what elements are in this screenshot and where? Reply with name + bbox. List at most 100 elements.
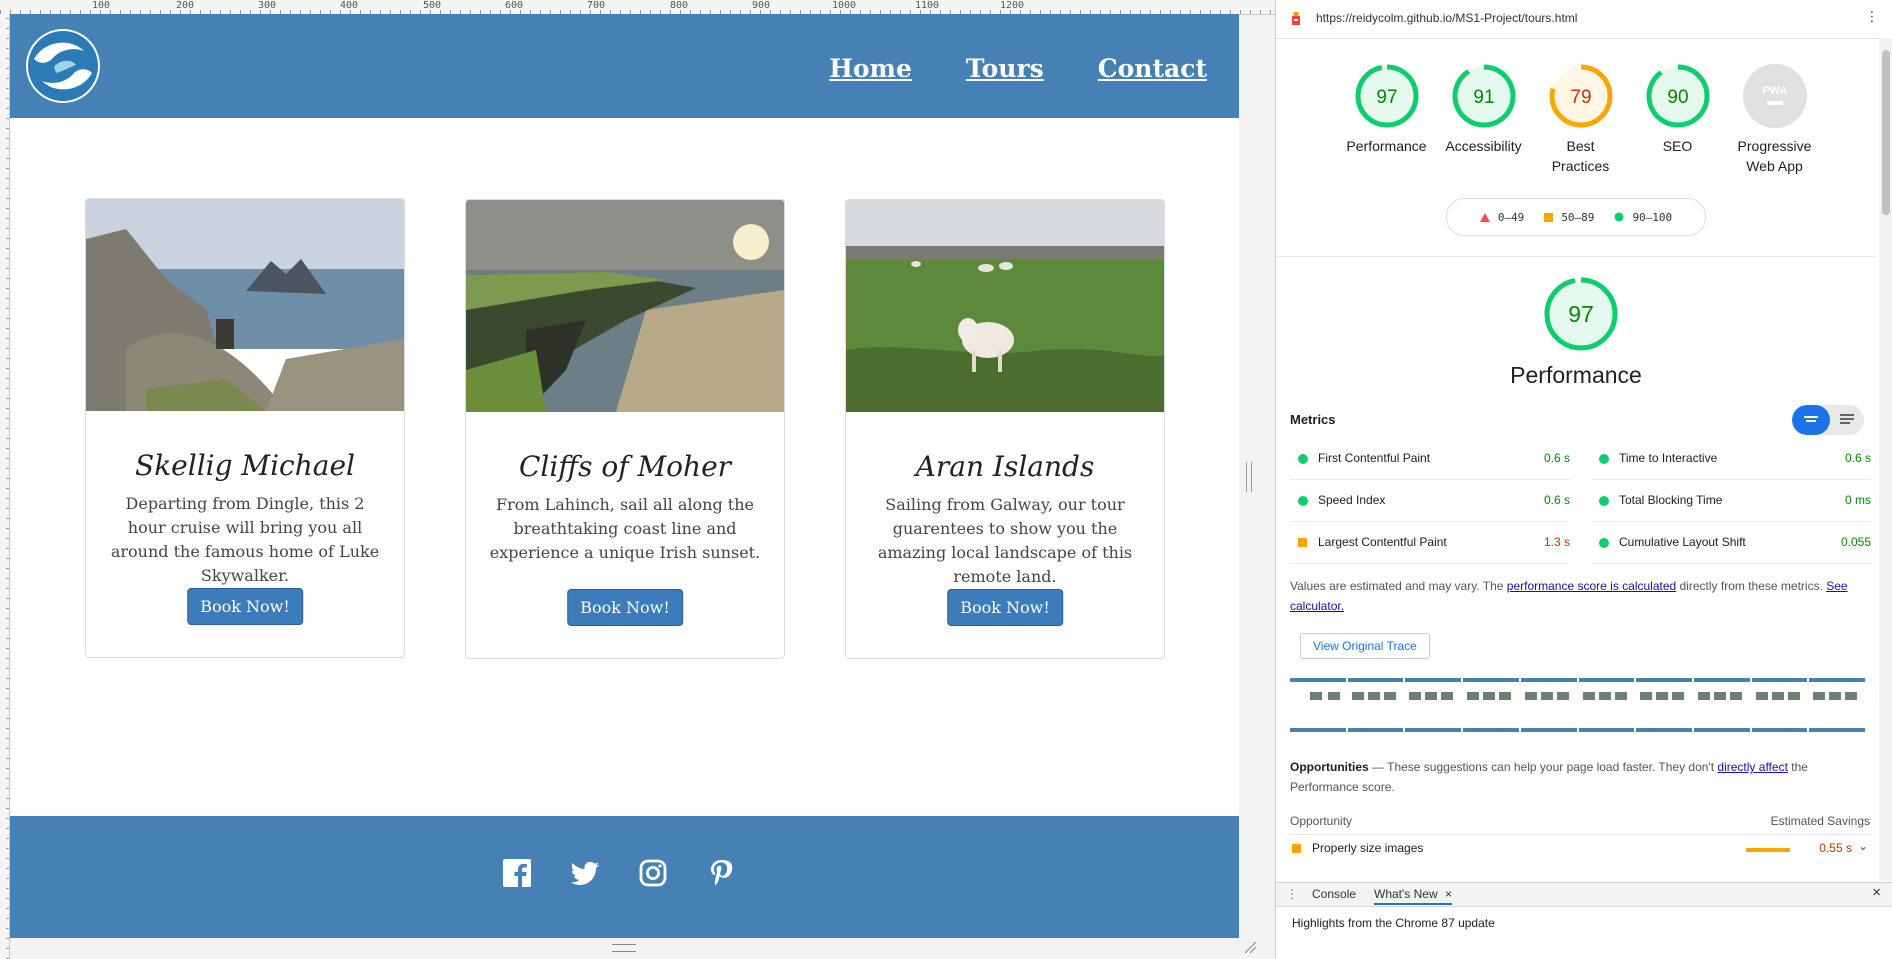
card-title: Aran Islands [915, 450, 1095, 483]
score-value: 91 [1473, 87, 1494, 108]
gauge-seo[interactable]: 90 SEO [1629, 62, 1726, 176]
legend-fail-label: 0–49 [1497, 210, 1525, 224]
site-footer [10, 816, 1239, 938]
scrollbar-thumb[interactable] [1882, 50, 1890, 215]
ruler-label: 100 [92, 0, 111, 11]
gauge-pwa[interactable]: PWA Progressive Web App [1726, 62, 1823, 176]
category-title: Performance [1510, 362, 1642, 388]
triangle-icon [1479, 212, 1490, 222]
book-now-button[interactable]: Book Now! [947, 589, 1063, 626]
nav-home-link[interactable]: Home [829, 54, 912, 83]
drawer-menu-icon[interactable]: ⋮ [1286, 887, 1298, 901]
ruler-label: 400 [340, 0, 359, 11]
metric-name: Cumulative Layout Shift [1619, 535, 1746, 549]
card-title: Cliffs of Moher [518, 450, 732, 483]
metric-cls: Cumulative Layout Shift 0.055 [1591, 521, 1871, 564]
ruler-label: 800 [670, 0, 689, 11]
dolphin-logo-icon [28, 31, 98, 101]
ruler-label: 900 [752, 0, 771, 11]
toggle-compact-option[interactable] [1792, 405, 1830, 435]
legend-pass-label: 90–100 [1632, 210, 1673, 224]
close-tab-icon[interactable]: × [1445, 887, 1452, 901]
opportunity-row[interactable]: Properly size images 0.55 s ⌄ [1290, 839, 1870, 861]
metric-value: 0.055 [1840, 535, 1871, 549]
book-now-button[interactable]: Book Now! [187, 588, 303, 625]
corner-resize-icon[interactable] [1243, 940, 1257, 954]
category-score: 97 [1568, 301, 1594, 327]
ruler-label: 1200 [1000, 0, 1025, 11]
twitter-icon[interactable] [570, 858, 600, 888]
panel-scrollbar[interactable] [1879, 38, 1892, 881]
tab-whats-new[interactable]: What's New × [1374, 887, 1452, 905]
average-square-icon [1292, 844, 1301, 853]
view-original-trace-button[interactable]: View Original Trace [1300, 633, 1430, 659]
skellig-michael-photo [86, 199, 404, 411]
facebook-icon[interactable] [502, 858, 532, 888]
performance-category-gauge: 97 [1539, 276, 1623, 356]
pass-circle-icon [1599, 496, 1609, 506]
metric-lcp: Largest Contentful Paint 1.3 s [1290, 521, 1570, 564]
metric-name: Total Blocking Time [1619, 493, 1723, 507]
score-label: Accessibility [1445, 138, 1522, 154]
square-icon [1544, 212, 1554, 222]
card-title: Skellig Michael [135, 449, 355, 482]
panel-divider-handle[interactable] [1246, 462, 1252, 492]
score-label: SEO [1662, 138, 1693, 154]
tab-console[interactable]: Console [1312, 887, 1356, 901]
report-url[interactable]: https://reidycolm.github.io/MS1-Project/… [1316, 11, 1577, 25]
ruler-label: 200 [176, 0, 195, 11]
pass-circle-icon [1599, 454, 1609, 464]
report-url-bar: https://reidycolm.github.io/MS1-Project/… [1276, 0, 1892, 39]
average-square-icon [1298, 538, 1307, 547]
chevron-down-icon[interactable]: ⌄ [1858, 839, 1868, 853]
legend-pass: 90–100 [1614, 211, 1672, 224]
more-options-icon[interactable]: ⋮ [1865, 9, 1879, 25]
filmstrip-frame [1405, 678, 1462, 732]
devtools-drawer-tabs: ⋮ Console What's New × × [1276, 882, 1892, 907]
note-text: directly from these metrics. [1676, 579, 1827, 593]
gauge-best-practices[interactable]: 79 Best Practices [1532, 62, 1629, 176]
horizontal-ruler: 100 200 300 400 500 600 700 800 900 1000… [0, 0, 1277, 15]
filmstrip-frame [1809, 678, 1866, 732]
pwa-badge-text: PWA [1762, 85, 1787, 97]
divider [1276, 256, 1876, 257]
pwa-badge-icon: PWA [1742, 64, 1807, 128]
main-nav: Home Tours Contact [775, 54, 1207, 83]
score-calculated-link[interactable]: performance score is calculated [1507, 579, 1676, 593]
filmstrip-frame [1751, 678, 1808, 732]
filmstrip-frame [1347, 678, 1404, 732]
site-logo[interactable] [26, 29, 100, 103]
nav-contact-link[interactable]: Contact [1098, 54, 1207, 83]
pass-circle-icon [1298, 496, 1308, 506]
opportunities-intro: Opportunities — These suggestions can he… [1290, 757, 1870, 797]
ruler-label: 300 [258, 0, 277, 11]
directly-affect-link[interactable]: directly affect [1717, 760, 1787, 774]
metrics-view-toggle[interactable] [1792, 405, 1864, 435]
metric-name: Speed Index [1318, 493, 1386, 507]
gauge-performance[interactable]: 97 Performance [1338, 62, 1435, 176]
column-savings: Estimated Savings [1770, 814, 1870, 828]
nav-tours-link[interactable]: Tours [966, 54, 1044, 83]
score-label: Performance [1346, 138, 1427, 154]
score-value: 79 [1570, 87, 1591, 108]
metric-tbt: Total Blocking Time 0 ms [1591, 479, 1871, 522]
metric-value: 1.3 s [1543, 535, 1570, 549]
metric-name: First Contentful Paint [1318, 451, 1431, 465]
bottom-resize-handle[interactable] [612, 944, 636, 952]
ruler-label: 700 [587, 0, 606, 11]
pass-circle-icon [1599, 538, 1609, 548]
ruler-label: 500 [423, 0, 442, 11]
metric-name: Time to Interactive [1619, 451, 1718, 465]
gauge-accessibility[interactable]: 91 Accessibility [1435, 62, 1532, 176]
filmstrip-frame [1463, 678, 1519, 732]
metric-tti: Time to Interactive 0.6 s [1591, 437, 1871, 480]
savings-bar [1746, 848, 1790, 852]
close-drawer-icon[interactable]: × [1872, 884, 1881, 901]
metric-value: 0.6 s [1844, 451, 1871, 465]
pinterest-icon[interactable] [706, 858, 736, 888]
score-label: Best Practices [1551, 138, 1610, 174]
expanded-view-icon[interactable] [1830, 405, 1864, 435]
book-now-button[interactable]: Book Now! [567, 589, 683, 626]
score-legend: 0–49 50–89 90–100 [1446, 198, 1706, 236]
instagram-icon[interactable] [638, 858, 668, 888]
